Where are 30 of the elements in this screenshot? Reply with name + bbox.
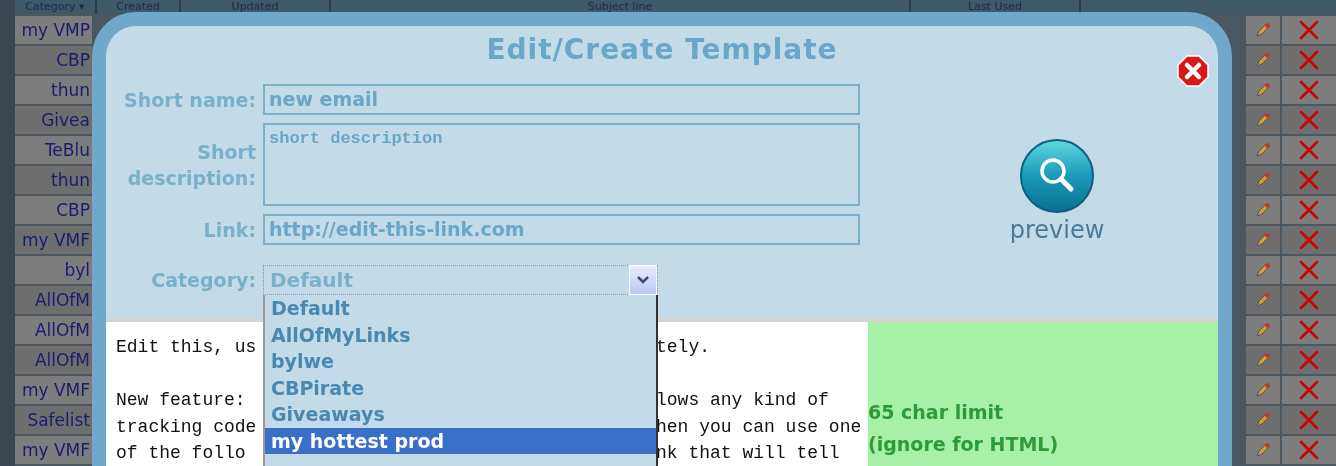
editor-text: hen you can use one (656, 416, 862, 437)
editor-text: tely. (656, 337, 710, 357)
table-cell: AllOfM (15, 346, 92, 374)
table-cell: AllOfM (15, 316, 92, 344)
table-cell: my VMF (15, 376, 92, 404)
table-cell: my VMF (15, 226, 92, 254)
table-cell: Givea (15, 106, 92, 134)
editor-text: tracking code (116, 416, 257, 437)
dialog-title: Edit/Create Template (485, 32, 839, 68)
field-label: Category: (150, 268, 256, 293)
table-cell: thun (15, 166, 92, 194)
editor-text: New feature: (116, 390, 246, 410)
editor-text: of the follo (116, 443, 246, 463)
table-cell: my VMF (15, 436, 92, 464)
table-cell: my VMP (15, 16, 92, 44)
hint-text: (ignore for HTML) (868, 432, 1060, 457)
editor-text: lows any kind of (656, 390, 829, 410)
field-label: Short description: (126, 139, 256, 191)
field-label: Link: (202, 217, 256, 243)
table-cell: thun (15, 76, 92, 104)
table-cell: byl (15, 256, 92, 284)
table-cell: TeBlu (15, 136, 92, 164)
editor-text: Edit this, us (116, 337, 257, 357)
table-cell: AllOfM (15, 286, 92, 314)
hint-text: 65 char limit (868, 400, 1005, 425)
table-cell: CBP (15, 196, 92, 224)
table-cell: Safelist (15, 406, 92, 434)
table-cell: CBP (15, 46, 92, 74)
field-label: Short name: (123, 87, 256, 113)
editor-text: nk that will tell (656, 443, 840, 463)
